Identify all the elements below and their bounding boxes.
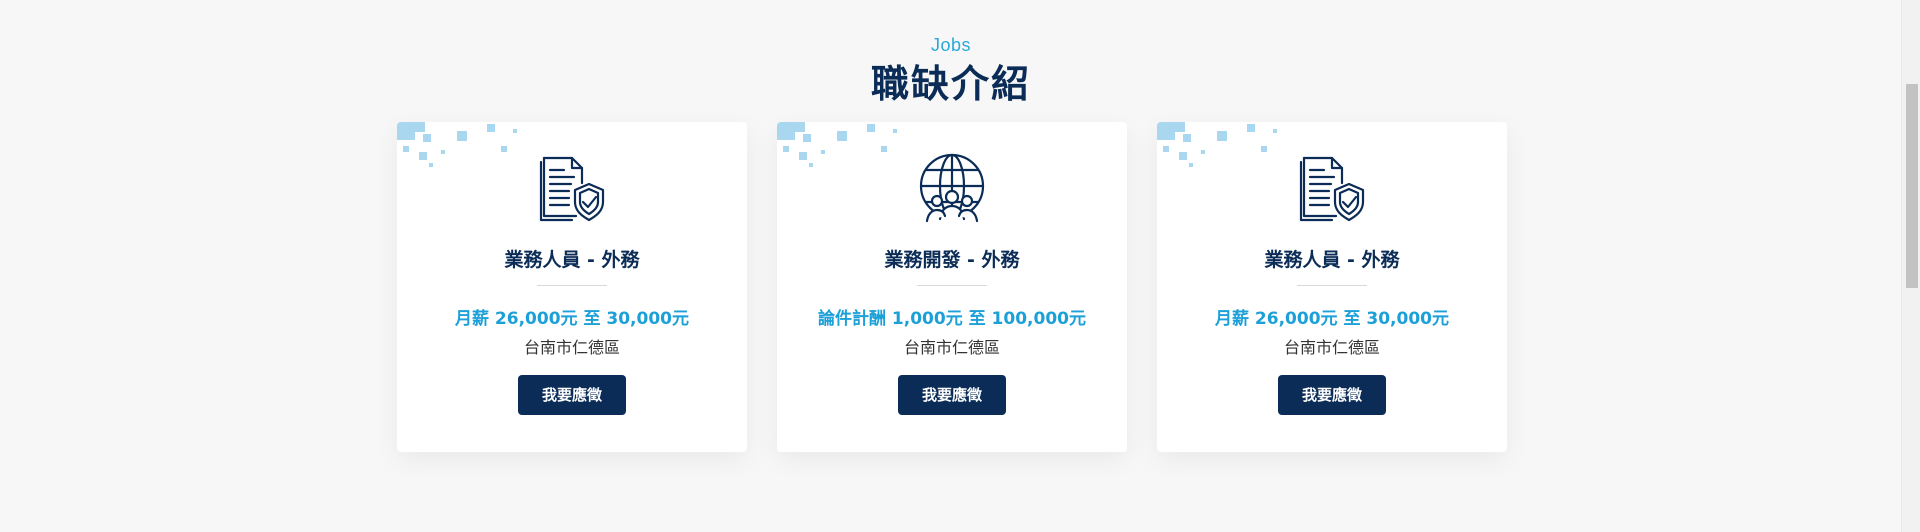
globe-people-icon — [916, 152, 988, 224]
document-shield-icon — [1296, 152, 1368, 224]
job-title: 業務人員 - 外務 — [504, 249, 640, 271]
apply-button[interactable]: 我要應徵 — [1278, 375, 1386, 415]
pixel-decoration — [777, 122, 917, 172]
job-salary: 月薪 26,000元 至 30,000元 — [1215, 309, 1449, 329]
title-divider — [1297, 285, 1367, 286]
title-divider — [917, 285, 987, 286]
job-cards: 業務人員 - 外務 月薪 26,000元 至 30,000元 台南市仁德區 我要… — [397, 122, 1507, 452]
pixel-decoration — [397, 122, 537, 172]
job-title: 業務人員 - 外務 — [1264, 249, 1400, 271]
document-shield-icon — [536, 152, 608, 224]
job-title: 業務開發 - 外務 — [884, 249, 1020, 271]
job-salary: 月薪 26,000元 至 30,000元 — [455, 309, 689, 329]
apply-button[interactable]: 我要應徵 — [898, 375, 1006, 415]
pixel-decoration — [1157, 122, 1297, 172]
job-card: 業務人員 - 外務 月薪 26,000元 至 30,000元 台南市仁德區 我要… — [397, 122, 747, 452]
scrollbar-thumb[interactable] — [1906, 84, 1918, 288]
job-salary: 論件計酬 1,000元 至 100,000元 — [818, 309, 1086, 329]
job-location: 台南市仁德區 — [523, 338, 620, 357]
vertical-scrollbar[interactable] — [1901, 0, 1920, 532]
job-card: 業務開發 - 外務 論件計酬 1,000元 至 100,000元 台南市仁德區 … — [777, 122, 1127, 452]
job-location: 台南市仁德區 — [1283, 338, 1380, 357]
section-title: 職缺介紹 — [870, 62, 1031, 106]
title-divider — [537, 285, 607, 286]
section-eyebrow: Jobs — [930, 35, 972, 55]
apply-button[interactable]: 我要應徵 — [518, 375, 626, 415]
job-card: 業務人員 - 外務 月薪 26,000元 至 30,000元 台南市仁德區 我要… — [1157, 122, 1507, 452]
jobs-section-header: Jobs 職缺介紹 — [0, 34, 1902, 106]
job-location: 台南市仁德區 — [903, 338, 1000, 357]
